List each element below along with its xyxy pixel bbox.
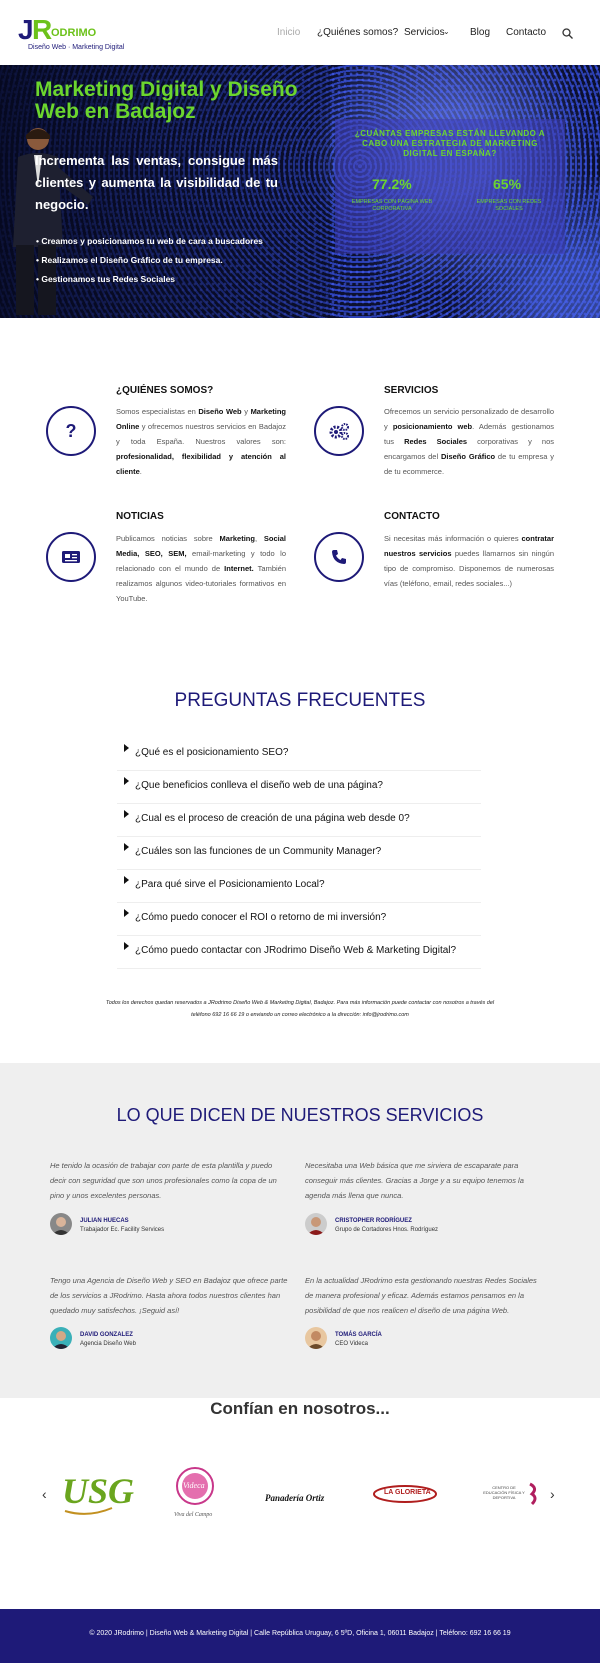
chevron-down-icon[interactable]: ⌄ [443,27,450,36]
news-title: NOTICIAS [116,511,164,522]
avatar [50,1327,72,1349]
hero-bullet-list: Creamos y posicionamos tu web de cara a … [36,232,263,289]
faq-item[interactable]: ¿Para qué sirve el Posicionamiento Local… [117,870,481,903]
hero-bullet: Realizamos el Diseño Gráfico de tu empre… [36,251,263,270]
testimonials-section: LO QUE DICEN DE NUESTROS SERVICIOS He te… [0,1063,600,1398]
contact-title: CONTACTO [384,511,440,522]
testimonial-name: TOMÁS GARCÍA [335,1332,382,1338]
about-text: Somos especialistas en Diseño Web y Mark… [116,407,286,476]
faq-item[interactable]: ¿Que beneficios conlleva el diseño web d… [117,771,481,804]
hero-banner: Marketing Digital y Diseño Web en Badajo… [0,65,600,318]
stats-question: ¿CUÁNTAS EMPRESAS ESTÁN LLEVANDO A CABO … [354,129,546,158]
testimonial-role: CEO Videca [335,1341,368,1347]
testimonial-role: Grupo de Cortadores Hnos. Rodríguez [335,1227,439,1233]
faq-item[interactable]: ¿Cual es el proceso de creación de una p… [117,804,481,837]
faq-item[interactable]: ¿Qué es el posicionamiento SEO? [117,738,481,771]
client-logo-la-glorieta: LA GLORIETA [372,1484,438,1504]
logo-letter-r: R [32,14,53,45]
site-footer: © 2020 JRodrimo | Diseño Web & Marketing… [0,1609,600,1663]
testimonial-role: Trabajador Ec. Facility Services [80,1227,165,1233]
nav-contacto[interactable]: Contacto [506,27,546,38]
faq-item[interactable]: ¿Cómo puedo conocer el ROI o retorno de … [117,903,481,936]
stat-web-value: 77.2% [372,176,412,192]
site-logo[interactable]: J R ODRIMO Diseño Web · Marketing Digita… [18,14,124,54]
client-logo-usg: USG [60,1468,134,1518]
avatar [305,1327,327,1349]
client-logo-centro-educacion: CENTRO DE EDUCACIÓN FÍSICA Y DEPORTIVA [480,1482,542,1512]
question-icon: ? [46,406,96,456]
faq-title: PREGUNTAS FRECUENTES [174,690,426,711]
hero-bullet: Creamos y posicionamos tu web de cara a … [36,232,263,251]
avatar [50,1213,72,1235]
chevron-left-icon[interactable]: ‹ [42,1486,47,1502]
nav-blog[interactable]: Blog [470,27,490,38]
stats-panel: ¿CUÁNTAS EMPRESAS ESTÁN LLEVANDO A CABO … [335,119,565,254]
caret-right-icon [124,909,129,917]
phone-icon [314,532,364,582]
services-title: SERVICIOS [384,385,439,396]
client-logo-videca: Videca Viva del Campo [168,1466,223,1528]
news-text: Publicamos noticias sobre Marketing, Soc… [116,534,287,603]
caret-right-icon [124,777,129,785]
client-logo-panaderia-ortiz: Panadería Ortiz [265,1493,325,1503]
site-header: J R ODRIMO Diseño Web · Marketing Digita… [0,0,600,65]
nav-quienes-somos[interactable]: ¿Quiénes somos? [317,27,398,38]
faq-item[interactable]: ¿Cómo puedo contactar con JRodrimo Diseñ… [117,936,481,969]
newspaper-icon [46,532,96,582]
stat-social-label: EMPRESAS CON REDES SOCIALES [476,199,542,212]
faq-item[interactable]: ¿Cuáles son las funciones de un Communit… [117,837,481,870]
stat-web-label: EMPRESAS CON PÁGINA WEB CORPORATIVA [351,199,433,212]
testimonial-role: Agencia Diseño Web [80,1341,136,1347]
logo-tagline: Diseño Web · Marketing Digital [28,44,125,51]
stat-social-value: 65% [493,176,522,192]
caret-right-icon [124,810,129,818]
testimonial-name: DAVID GONZALEZ [80,1332,133,1338]
logo-letter-j: J [18,14,34,45]
testimonial-quote: En la actualidad JRodrimo esta gestionan… [305,1276,537,1315]
contact-text: Si necesitas más información o quieres c… [384,534,555,588]
caret-right-icon [124,942,129,950]
testimonials-title: LO QUE DICEN DE NUESTROS SERVICIOS [116,1105,484,1125]
avatar [305,1213,327,1235]
nav-inicio[interactable]: Inicio [277,27,300,38]
services-text: Ofrecemos un servicio personalizado de d… [384,407,554,476]
logo-wordmark: ODRIMO [51,27,97,39]
footer-text: © 2020 JRodrimo | Diseño Web & Marketing… [89,1630,511,1637]
legal-notice: Todos los derechos quedan reservados a J… [105,1000,495,1018]
testimonial-quote: Necesitaba una Web básica que me sirvier… [305,1161,524,1200]
testimonial-quote: Tengo una Agencia de Diseño Web y SEO en… [50,1276,288,1315]
hero-title: Marketing Digital y Diseño Web en Badajo… [35,78,298,123]
search-icon[interactable] [562,28,573,39]
caret-right-icon [124,876,129,884]
chevron-right-icon[interactable]: › [550,1486,555,1502]
testimonial-name: JULIAN HUECAS [80,1218,129,1224]
hero-bullet: Gestionamos tus Redes Sociales [36,270,263,289]
nav-servicios[interactable]: Servicios [404,27,445,38]
hero-subtitle: Incrementa las ventas, consigue más clie… [35,153,278,212]
gears-icon [314,406,364,456]
testimonial-name: CRISTOPHER RODRÍGUEZ [335,1218,412,1224]
about-title: ¿QUIÉNES SOMOS? [116,385,214,396]
caret-right-icon [124,843,129,851]
testimonial-quote: He tenido la ocasión de trabajar con par… [50,1161,277,1200]
caret-right-icon [124,744,129,752]
clients-title: Confían en nosotros... [210,1399,390,1418]
